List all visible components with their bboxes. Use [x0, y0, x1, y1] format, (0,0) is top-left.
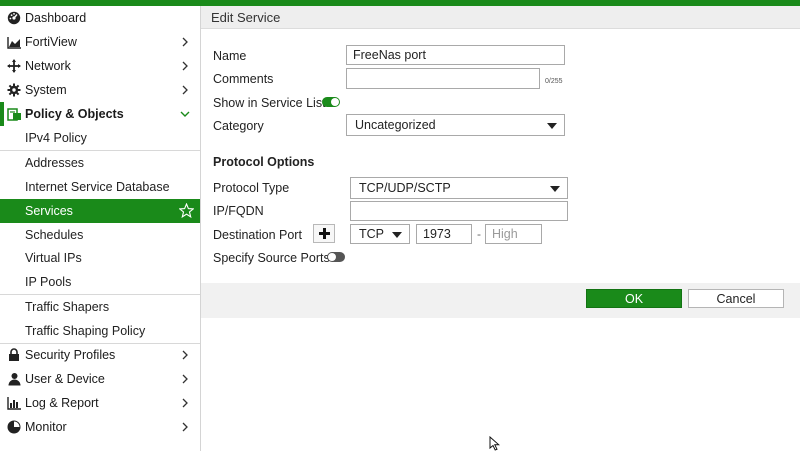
gear-icon: [6, 82, 22, 98]
show-in-service-list-label: Show in Service List: [213, 96, 326, 110]
ip-fqdn-input[interactable]: [350, 201, 568, 221]
sidebar-item-label: Traffic Shaping Policy: [25, 324, 146, 338]
toggle-knob: [331, 98, 339, 106]
name-input[interactable]: [346, 45, 565, 65]
sidebar-subitem-traffic-shapers[interactable]: Traffic Shapers: [0, 295, 200, 319]
destination-protocol-selected-value: TCP: [359, 227, 384, 241]
sidebar-item-system[interactable]: System: [0, 78, 200, 102]
destination-port-high-input[interactable]: [485, 224, 542, 244]
sidebar-subitem-addresses[interactable]: Addresses: [0, 151, 200, 175]
sidebar-item-label: Addresses: [25, 156, 85, 170]
sidebar-item-label: Dashboard: [25, 11, 87, 25]
comments-label: Comments: [213, 72, 274, 86]
dialog-footer: OK Cancel: [201, 283, 800, 318]
sidebar-item-label: Internet Service Database: [25, 180, 170, 194]
chevron-right-icon: [178, 347, 192, 363]
sidebar-subitem-services[interactable]: Services: [0, 199, 200, 223]
protocol-type-select[interactable]: TCP/UDP/SCTP: [350, 177, 568, 199]
toggle-knob: [328, 253, 336, 261]
specify-source-ports-toggle[interactable]: [327, 252, 345, 262]
sidebar-item-label: Security Profiles: [25, 348, 116, 362]
edit-service-panel: Edit Service Name Comments 0/255 Show in…: [201, 6, 800, 451]
comments-textarea[interactable]: [346, 68, 540, 89]
sidebar-item-label: Policy & Objects: [25, 107, 124, 121]
caret-down-icon: [550, 186, 560, 192]
sidebar-subitem-virtual-ips[interactable]: Virtual IPs: [0, 246, 200, 270]
sidebar-subitem-ipv4-policy[interactable]: IPv4 Policy: [0, 126, 200, 150]
sidebar-item-label: Services: [25, 204, 73, 218]
chart-icon: [6, 34, 22, 50]
sidebar-item-label: Traffic Shapers: [25, 300, 110, 314]
policy-icon: [6, 106, 22, 122]
chevron-right-icon: [178, 371, 192, 387]
destination-port-low-input[interactable]: [416, 224, 472, 244]
chevron-right-icon: [178, 58, 192, 74]
destination-port-label: Destination Port: [213, 228, 302, 242]
port-range-separator: -: [477, 227, 481, 241]
chevron-right-icon: [178, 419, 192, 435]
lock-icon: [6, 347, 22, 363]
mouse-cursor-icon: [489, 435, 501, 454]
chevron-right-icon: [178, 82, 192, 98]
sidebar-item-label: FortiView: [25, 35, 77, 49]
sidebar-subitem-ip-pools[interactable]: IP Pools: [0, 270, 200, 294]
name-label: Name: [213, 49, 247, 63]
protocol-type-label: Protocol Type: [213, 181, 290, 195]
sidebar-item-label: IP Pools: [25, 275, 72, 289]
dashboard-icon: [6, 10, 22, 26]
sidebar-item-network[interactable]: Network: [0, 54, 200, 78]
sidebar-item-security-profiles[interactable]: Security Profiles: [0, 343, 200, 367]
category-selected-value: Uncategorized: [355, 118, 436, 132]
sidebar-item-label: Log & Report: [25, 396, 99, 410]
category-label: Category: [213, 119, 264, 133]
plus-icon: [318, 228, 330, 239]
sidebar-subitem-schedules[interactable]: Schedules: [0, 223, 200, 247]
show-in-service-list-toggle[interactable]: [322, 97, 340, 107]
panel-header: Edit Service: [201, 6, 800, 29]
comments-char-counter: 0/255: [545, 78, 563, 85]
network-icon: [6, 58, 22, 74]
sidebar-item-label: Monitor: [25, 420, 67, 434]
sidebar-subitem-internet-service-database[interactable]: Internet Service Database: [0, 175, 200, 199]
sidebar-item-dashboard[interactable]: Dashboard: [0, 6, 200, 30]
ok-button[interactable]: OK: [586, 289, 682, 308]
caret-down-icon: [547, 123, 557, 129]
cancel-button[interactable]: Cancel: [688, 289, 784, 308]
sidebar-item-log-report[interactable]: Log & Report: [0, 391, 200, 415]
page-title: Edit Service: [211, 9, 281, 25]
protocol-type-selected-value: TCP/UDP/SCTP: [359, 181, 451, 195]
user-icon: [6, 371, 22, 387]
sidebar-item-user-device[interactable]: User & Device: [0, 367, 200, 391]
sidebar-item-label: Virtual IPs: [25, 251, 82, 265]
sidebar-item-label: IPv4 Policy: [25, 131, 87, 145]
chevron-right-icon: [178, 34, 192, 50]
sidebar-nav: Dashboard FortiView Network System Polic…: [0, 6, 201, 451]
chevron-down-icon: [178, 106, 192, 122]
add-destination-port-button[interactable]: [313, 224, 335, 243]
sidebar-item-label: User & Device: [25, 372, 105, 386]
star-icon[interactable]: [178, 202, 195, 221]
sidebar-subitem-traffic-shaping-policy[interactable]: Traffic Shaping Policy: [0, 319, 200, 343]
ip-fqdn-label: IP/FQDN: [213, 204, 264, 218]
sidebar-item-policy-objects[interactable]: Policy & Objects: [0, 102, 200, 126]
sidebar-item-label: Network: [25, 59, 71, 73]
protocol-options-heading: Protocol Options: [213, 155, 315, 169]
monitor-icon: [6, 419, 22, 435]
chevron-right-icon: [178, 395, 192, 411]
sidebar-item-fortiview[interactable]: FortiView: [0, 30, 200, 54]
category-select[interactable]: Uncategorized: [346, 114, 565, 136]
log-icon: [6, 395, 22, 411]
sidebar-item-monitor[interactable]: Monitor: [0, 415, 200, 439]
destination-protocol-select[interactable]: TCP: [350, 224, 410, 244]
sidebar-item-label: System: [25, 83, 67, 97]
specify-source-ports-label: Specify Source Ports: [213, 251, 330, 265]
sidebar-item-label: Schedules: [25, 228, 84, 242]
caret-down-icon: [392, 232, 402, 238]
